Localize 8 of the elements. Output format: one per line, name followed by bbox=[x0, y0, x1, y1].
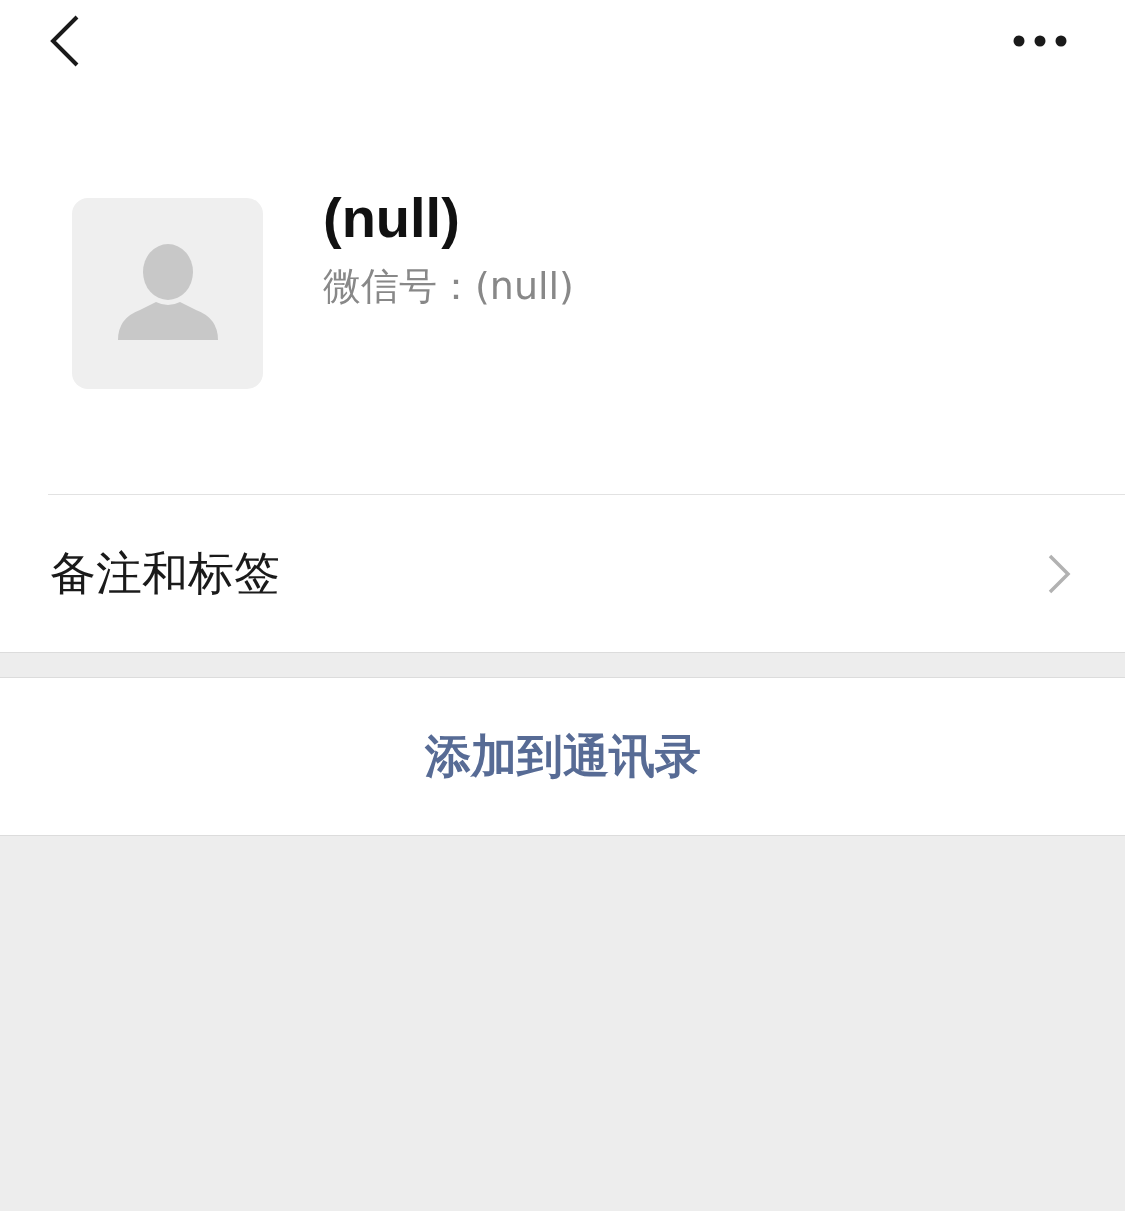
wechat-id: 微信号：(null) bbox=[323, 263, 574, 311]
back-icon[interactable] bbox=[50, 15, 80, 67]
contact-name: (null) bbox=[323, 185, 461, 251]
chevron-icon bbox=[1047, 553, 1071, 594]
row-label: 备注和标签 bbox=[50, 544, 280, 602]
more-icon[interactable] bbox=[1013, 35, 1067, 47]
add-to-contacts-button[interactable]: 添加到通讯录 bbox=[424, 725, 701, 788]
remarks-and-tags-row[interactable]: 备注和标签 bbox=[0, 495, 1125, 653]
